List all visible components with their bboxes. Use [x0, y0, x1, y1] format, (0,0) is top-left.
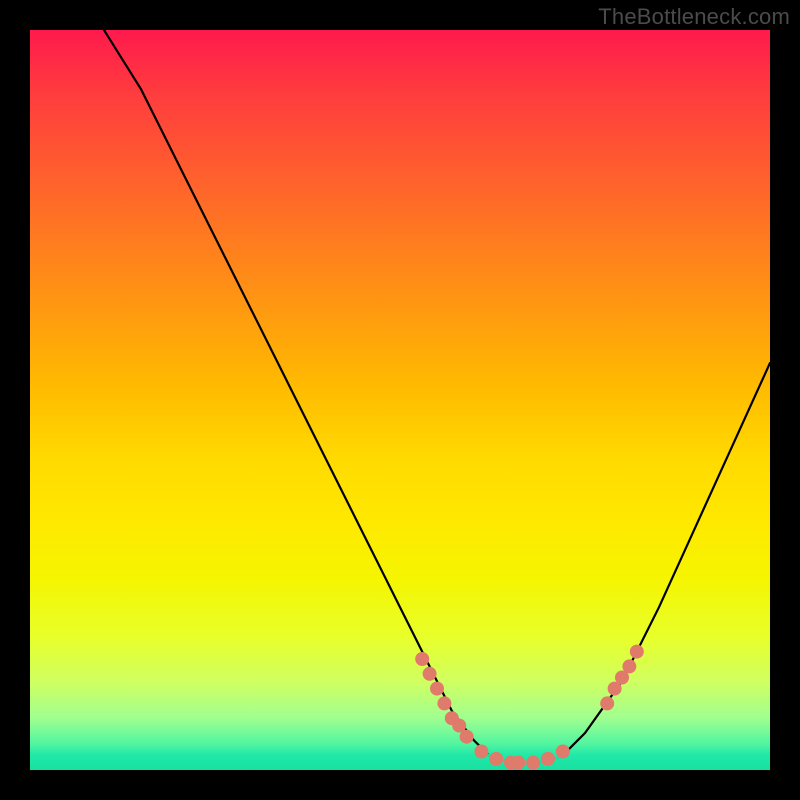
data-marker [415, 652, 429, 666]
data-marker [460, 730, 474, 744]
bottleneck-curve [104, 30, 770, 763]
data-marker [437, 696, 451, 710]
data-marker [511, 756, 525, 770]
chart-svg [30, 30, 770, 770]
data-marker [622, 659, 636, 673]
data-marker [430, 682, 444, 696]
data-marker [556, 745, 570, 759]
data-marker [474, 745, 488, 759]
data-marker [423, 667, 437, 681]
data-marker [489, 752, 503, 766]
plot-area [30, 30, 770, 770]
watermark-text: TheBottleneck.com [598, 4, 790, 30]
data-marker [526, 756, 540, 770]
chart-container: TheBottleneck.com [0, 0, 800, 800]
data-marker [630, 645, 644, 659]
data-marker [541, 752, 555, 766]
data-marker [600, 696, 614, 710]
